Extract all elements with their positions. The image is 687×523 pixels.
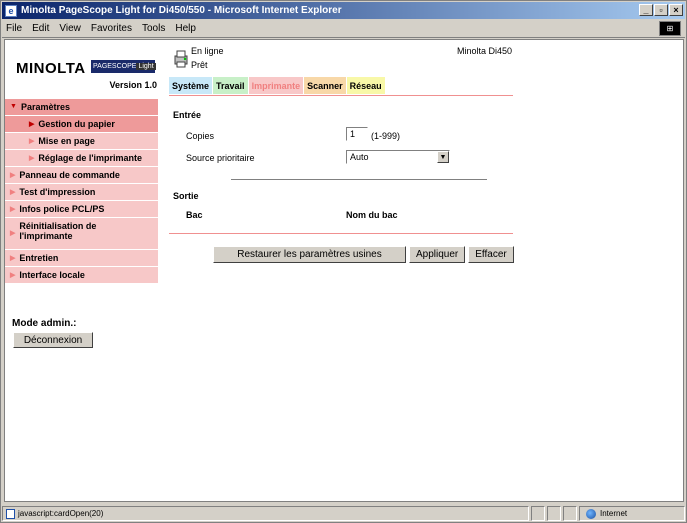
sidebar-item-label: Réinitialisation de l'imprimante xyxy=(19,221,97,241)
source-select-value: Auto xyxy=(350,152,369,162)
tray-name-column-header: Nom du bac xyxy=(346,210,398,220)
sidebar-item-label: Gestion du papier xyxy=(38,119,115,129)
clear-button[interactable]: Effacer xyxy=(468,246,514,263)
menu-edit[interactable]: Edit xyxy=(32,23,49,34)
globe-icon xyxy=(586,508,596,519)
divider xyxy=(231,179,487,180)
pagescope-light-text: Light xyxy=(136,63,156,70)
divider xyxy=(169,233,513,234)
sidebar-item-test-print[interactable]: ▶ Test d'impression xyxy=(5,184,158,201)
title-bar: e Minolta PageScope Light for Di450/550 … xyxy=(2,2,685,19)
source-label: Source prioritaire xyxy=(186,153,255,163)
maximize-button[interactable]: ▫ xyxy=(654,4,668,16)
version-label: Version 1.0 xyxy=(109,80,157,90)
menu-file[interactable]: File xyxy=(6,23,22,34)
status-online: En ligne xyxy=(191,46,224,56)
chevron-down-icon[interactable]: ▼ xyxy=(437,151,449,163)
logo-area: MINOLTA PAGESCOPE Light Version 1.0 xyxy=(5,40,163,95)
menu-bar: File Edit View Favorites Tools Help ⊞ xyxy=(2,20,685,38)
sidebar-item-reset[interactable]: ▶ Réinitialisation de l'imprimante xyxy=(5,218,158,250)
copies-range: (1-999) xyxy=(371,131,401,141)
copies-input[interactable]: 1 xyxy=(346,127,368,141)
chevron-right-icon: ▶ xyxy=(10,255,16,262)
sidebar-item-parametres[interactable]: ▼ Paramètres xyxy=(5,99,158,116)
sidebar-item-interface[interactable]: ▶ Interface locale xyxy=(5,267,158,284)
minolta-logo: MINOLTA xyxy=(16,60,86,77)
sidebar-item-paper[interactable]: ▶ Gestion du papier xyxy=(5,116,158,133)
logout-button[interactable]: Déconnexion xyxy=(13,332,93,348)
chevron-right-icon: ▶ xyxy=(10,230,16,237)
chevron-right-icon: ▶ xyxy=(29,155,35,162)
admin-mode-label: Mode admin.: xyxy=(12,318,77,329)
output-section-title: Sortie xyxy=(173,191,199,201)
tab-system[interactable]: Système xyxy=(169,77,213,94)
menu-view[interactable]: View xyxy=(59,23,81,34)
source-select[interactable]: Auto ▼ xyxy=(346,150,450,164)
device-name: Minolta Di450 xyxy=(456,46,512,56)
chevron-down-icon: ▼ xyxy=(10,103,17,110)
tab-underline xyxy=(169,95,513,96)
sidebar-item-label: Infos police PCL/PS xyxy=(19,204,105,214)
copies-label: Copies xyxy=(186,131,215,141)
tab-work[interactable]: Travail xyxy=(213,77,248,94)
chevron-right-icon: ▶ xyxy=(10,272,16,279)
status-bar: javascript:cardOpen(20) Internet xyxy=(2,505,685,522)
chevron-right-icon: ▶ xyxy=(10,189,16,196)
status-ready: Prêt xyxy=(191,60,208,70)
chevron-right-icon: ▶ xyxy=(10,206,16,213)
status-bar-main: javascript:cardOpen(20) xyxy=(2,506,529,521)
security-zone: Internet xyxy=(579,506,685,521)
sidebar-item-fonts[interactable]: ▶ Infos police PCL/PS xyxy=(5,201,158,218)
tab-scanner[interactable]: Scanner xyxy=(304,77,346,94)
sidebar-item-layout[interactable]: ▶ Mise en page xyxy=(5,133,158,150)
chevron-right-icon: ▶ xyxy=(10,172,16,179)
chevron-right-icon: ▶ xyxy=(29,121,35,128)
sidebar-item-label: Test d'impression xyxy=(19,187,96,197)
sidebar-item-label: Entretien xyxy=(19,253,59,263)
menu-favorites[interactable]: Favorites xyxy=(91,23,132,34)
sidebar-item-maintenance[interactable]: ▶ Entretien xyxy=(5,250,158,267)
menu-help[interactable]: Help xyxy=(175,23,196,34)
status-bar-cell xyxy=(563,506,577,521)
sidebar-nav: ▼ Paramètres ▶ Gestion du papier ▶ Mise … xyxy=(5,99,158,284)
close-button[interactable]: × xyxy=(669,4,683,16)
ie-icon: e xyxy=(5,4,17,17)
tab-network[interactable]: Réseau xyxy=(346,77,385,94)
pagescope-text: PAGESCOPE xyxy=(93,63,137,70)
chevron-right-icon: ▶ xyxy=(29,138,35,145)
window-title: Minolta PageScope Light for Di450/550 - … xyxy=(21,5,342,16)
action-buttons: Restaurer les paramètres usines Applique… xyxy=(213,246,514,263)
status-bar-cell xyxy=(531,506,545,521)
sidebar-item-label: Réglage de l'imprimante xyxy=(38,153,143,163)
browser-window: e Minolta PageScope Light for Di450/550 … xyxy=(0,0,687,523)
tray-column-header: Bac xyxy=(186,210,203,220)
sidebar-item-label: Mise en page xyxy=(38,136,95,146)
sidebar-item-panel[interactable]: ▶ Panneau de commande xyxy=(5,167,158,184)
printer-icon xyxy=(174,50,188,68)
tab-bar: Système Travail Imprimante Scanner Résea… xyxy=(169,77,386,94)
input-section-title: Entrée xyxy=(173,110,202,120)
restore-defaults-button[interactable]: Restaurer les paramètres usines xyxy=(213,246,406,263)
sidebar-item-printer-settings[interactable]: ▶ Réglage de l'imprimante xyxy=(5,150,158,167)
status-bar-cell xyxy=(547,506,561,521)
sidebar-item-label: Panneau de commande xyxy=(19,170,120,180)
status-row: En ligne Prêt Minolta Di450 xyxy=(169,46,514,76)
page-content: MINOLTA PAGESCOPE Light Version 1.0 ▼ Pa… xyxy=(4,39,684,502)
minimize-button[interactable]: _ xyxy=(639,4,653,16)
status-bar-text: javascript:cardOpen(20) xyxy=(18,509,104,518)
apply-button[interactable]: Appliquer xyxy=(409,246,466,263)
pagescope-logo: PAGESCOPE Light xyxy=(91,60,156,73)
security-zone-label: Internet xyxy=(600,509,628,518)
sidebar-item-label: Paramètres xyxy=(20,102,70,112)
main-pane: En ligne Prêt Minolta Di450 Système Trav… xyxy=(169,40,514,501)
left-pane: MINOLTA PAGESCOPE Light Version 1.0 ▼ Pa… xyxy=(5,40,163,501)
tab-printer[interactable]: Imprimante xyxy=(248,77,304,94)
page-icon xyxy=(6,508,15,519)
menu-tools[interactable]: Tools xyxy=(142,23,165,34)
windows-logo-icon: ⊞ xyxy=(659,21,681,36)
sidebar-item-label: Interface locale xyxy=(19,270,85,280)
